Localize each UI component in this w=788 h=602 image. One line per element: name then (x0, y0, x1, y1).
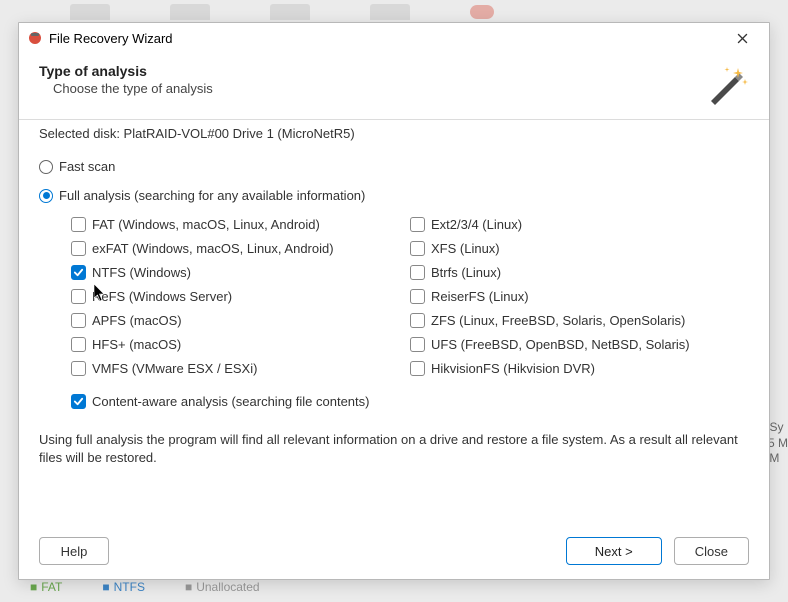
checkbox-ufs[interactable]: UFS (FreeBSD, OpenBSD, NetBSD, Solaris) (410, 337, 749, 352)
wizard-header: Type of analysis Choose the type of anal… (19, 53, 769, 119)
checkbox-label: Btrfs (Linux) (431, 265, 501, 280)
checkbox-refs[interactable]: ReFS (Windows Server) (71, 289, 410, 304)
radio-fast-scan[interactable]: Fast scan (39, 159, 749, 174)
checkbox-btrfs[interactable]: Btrfs (Linux) (410, 265, 749, 280)
checkbox-label: ReFS (Windows Server) (92, 289, 232, 304)
analysis-note: Using full analysis the program will fin… (39, 431, 749, 466)
checkbox-xfs[interactable]: XFS (Linux) (410, 241, 749, 256)
background-toolbar (0, 0, 788, 24)
checkbox-label: UFS (FreeBSD, OpenBSD, NetBSD, Solaris) (431, 337, 690, 352)
radio-label: Fast scan (59, 159, 115, 174)
checkbox-label: APFS (macOS) (92, 313, 182, 328)
page-subtitle: Choose the type of analysis (39, 81, 705, 96)
checkbox-icon (410, 265, 425, 280)
radio-icon (39, 189, 53, 203)
checkbox-reiserfs[interactable]: ReiserFS (Linux) (410, 289, 749, 304)
checkbox-apfs[interactable]: APFS (macOS) (71, 313, 410, 328)
filesystem-column-left: FAT (Windows, macOS, Linux, Android) exFA… (71, 217, 410, 376)
checkbox-icon (71, 313, 86, 328)
checkbox-label: HFS+ (macOS) (92, 337, 181, 352)
checkbox-ext2-3-4[interactable]: Ext2/3/4 (Linux) (410, 217, 749, 232)
window-title: File Recovery Wizard (49, 31, 723, 46)
checkbox-fat[interactable]: FAT (Windows, macOS, Linux, Android) (71, 217, 410, 232)
help-button[interactable]: Help (39, 537, 109, 565)
checkbox-ntfs[interactable]: NTFS (Windows) (71, 265, 410, 280)
checkbox-vmfs[interactable]: VMFS (VMware ESX / ESXi) (71, 361, 410, 376)
radio-full-analysis[interactable]: Full analysis (searching for any availab… (39, 188, 749, 203)
checkbox-icon (71, 394, 86, 409)
checkbox-label: NTFS (Windows) (92, 265, 191, 280)
close-button[interactable] (723, 25, 761, 51)
wizard-footer: Help Next > Close (19, 525, 769, 579)
checkbox-label: XFS (Linux) (431, 241, 500, 256)
selected-disk-label: Selected disk: PlatRAID-VOL#00 Drive 1 (… (39, 126, 749, 141)
radio-icon (39, 160, 53, 174)
checkbox-icon (410, 217, 425, 232)
checkbox-icon (410, 313, 425, 328)
checkbox-label: ReiserFS (Linux) (431, 289, 529, 304)
page-title: Type of analysis (39, 63, 705, 79)
checkbox-icon (410, 337, 425, 352)
wizard-dialog: File Recovery Wizard Type of analysis Ch… (18, 22, 770, 580)
checkbox-label: Ext2/3/4 (Linux) (431, 217, 522, 232)
app-icon (27, 30, 43, 46)
checkbox-icon (71, 337, 86, 352)
checkbox-hfs[interactable]: HFS+ (macOS) (71, 337, 410, 352)
background-legend: FAT NTFS Unallocated (30, 580, 260, 594)
filesystem-column-right: Ext2/3/4 (Linux) XFS (Linux) Btrfs (Linux)… (410, 217, 749, 376)
next-button[interactable]: Next > (566, 537, 662, 565)
titlebar: File Recovery Wizard (19, 23, 769, 53)
checkbox-zfs[interactable]: ZFS (Linux, FreeBSD, Solaris, OpenSolari… (410, 313, 749, 328)
checkbox-icon (71, 361, 86, 376)
checkbox-label: FAT (Windows, macOS, Linux, Android) (92, 217, 320, 232)
wizard-icon (705, 63, 749, 107)
checkbox-label: exFAT (Windows, macOS, Linux, Android) (92, 241, 334, 256)
checkbox-icon (71, 217, 86, 232)
checkbox-exfat[interactable]: exFAT (Windows, macOS, Linux, Android) (71, 241, 410, 256)
checkbox-hikvisionfs[interactable]: HikvisionFS (Hikvision DVR) (410, 361, 749, 376)
checkbox-icon (71, 265, 86, 280)
checkbox-icon (71, 241, 86, 256)
checkbox-label: HikvisionFS (Hikvision DVR) (431, 361, 595, 376)
checkbox-icon (410, 289, 425, 304)
wizard-body: Selected disk: PlatRAID-VOL#00 Drive 1 (… (19, 120, 769, 525)
checkbox-content-aware[interactable]: Content-aware analysis (searching file c… (71, 394, 749, 409)
checkbox-label: ZFS (Linux, FreeBSD, Solaris, OpenSolari… (431, 313, 685, 328)
checkbox-icon (71, 289, 86, 304)
radio-label: Full analysis (searching for any availab… (59, 188, 365, 203)
checkbox-label: Content-aware analysis (searching file c… (92, 394, 369, 409)
checkbox-label: VMFS (VMware ESX / ESXi) (92, 361, 257, 376)
checkbox-icon (410, 361, 425, 376)
checkbox-icon (410, 241, 425, 256)
close-dialog-button[interactable]: Close (674, 537, 749, 565)
